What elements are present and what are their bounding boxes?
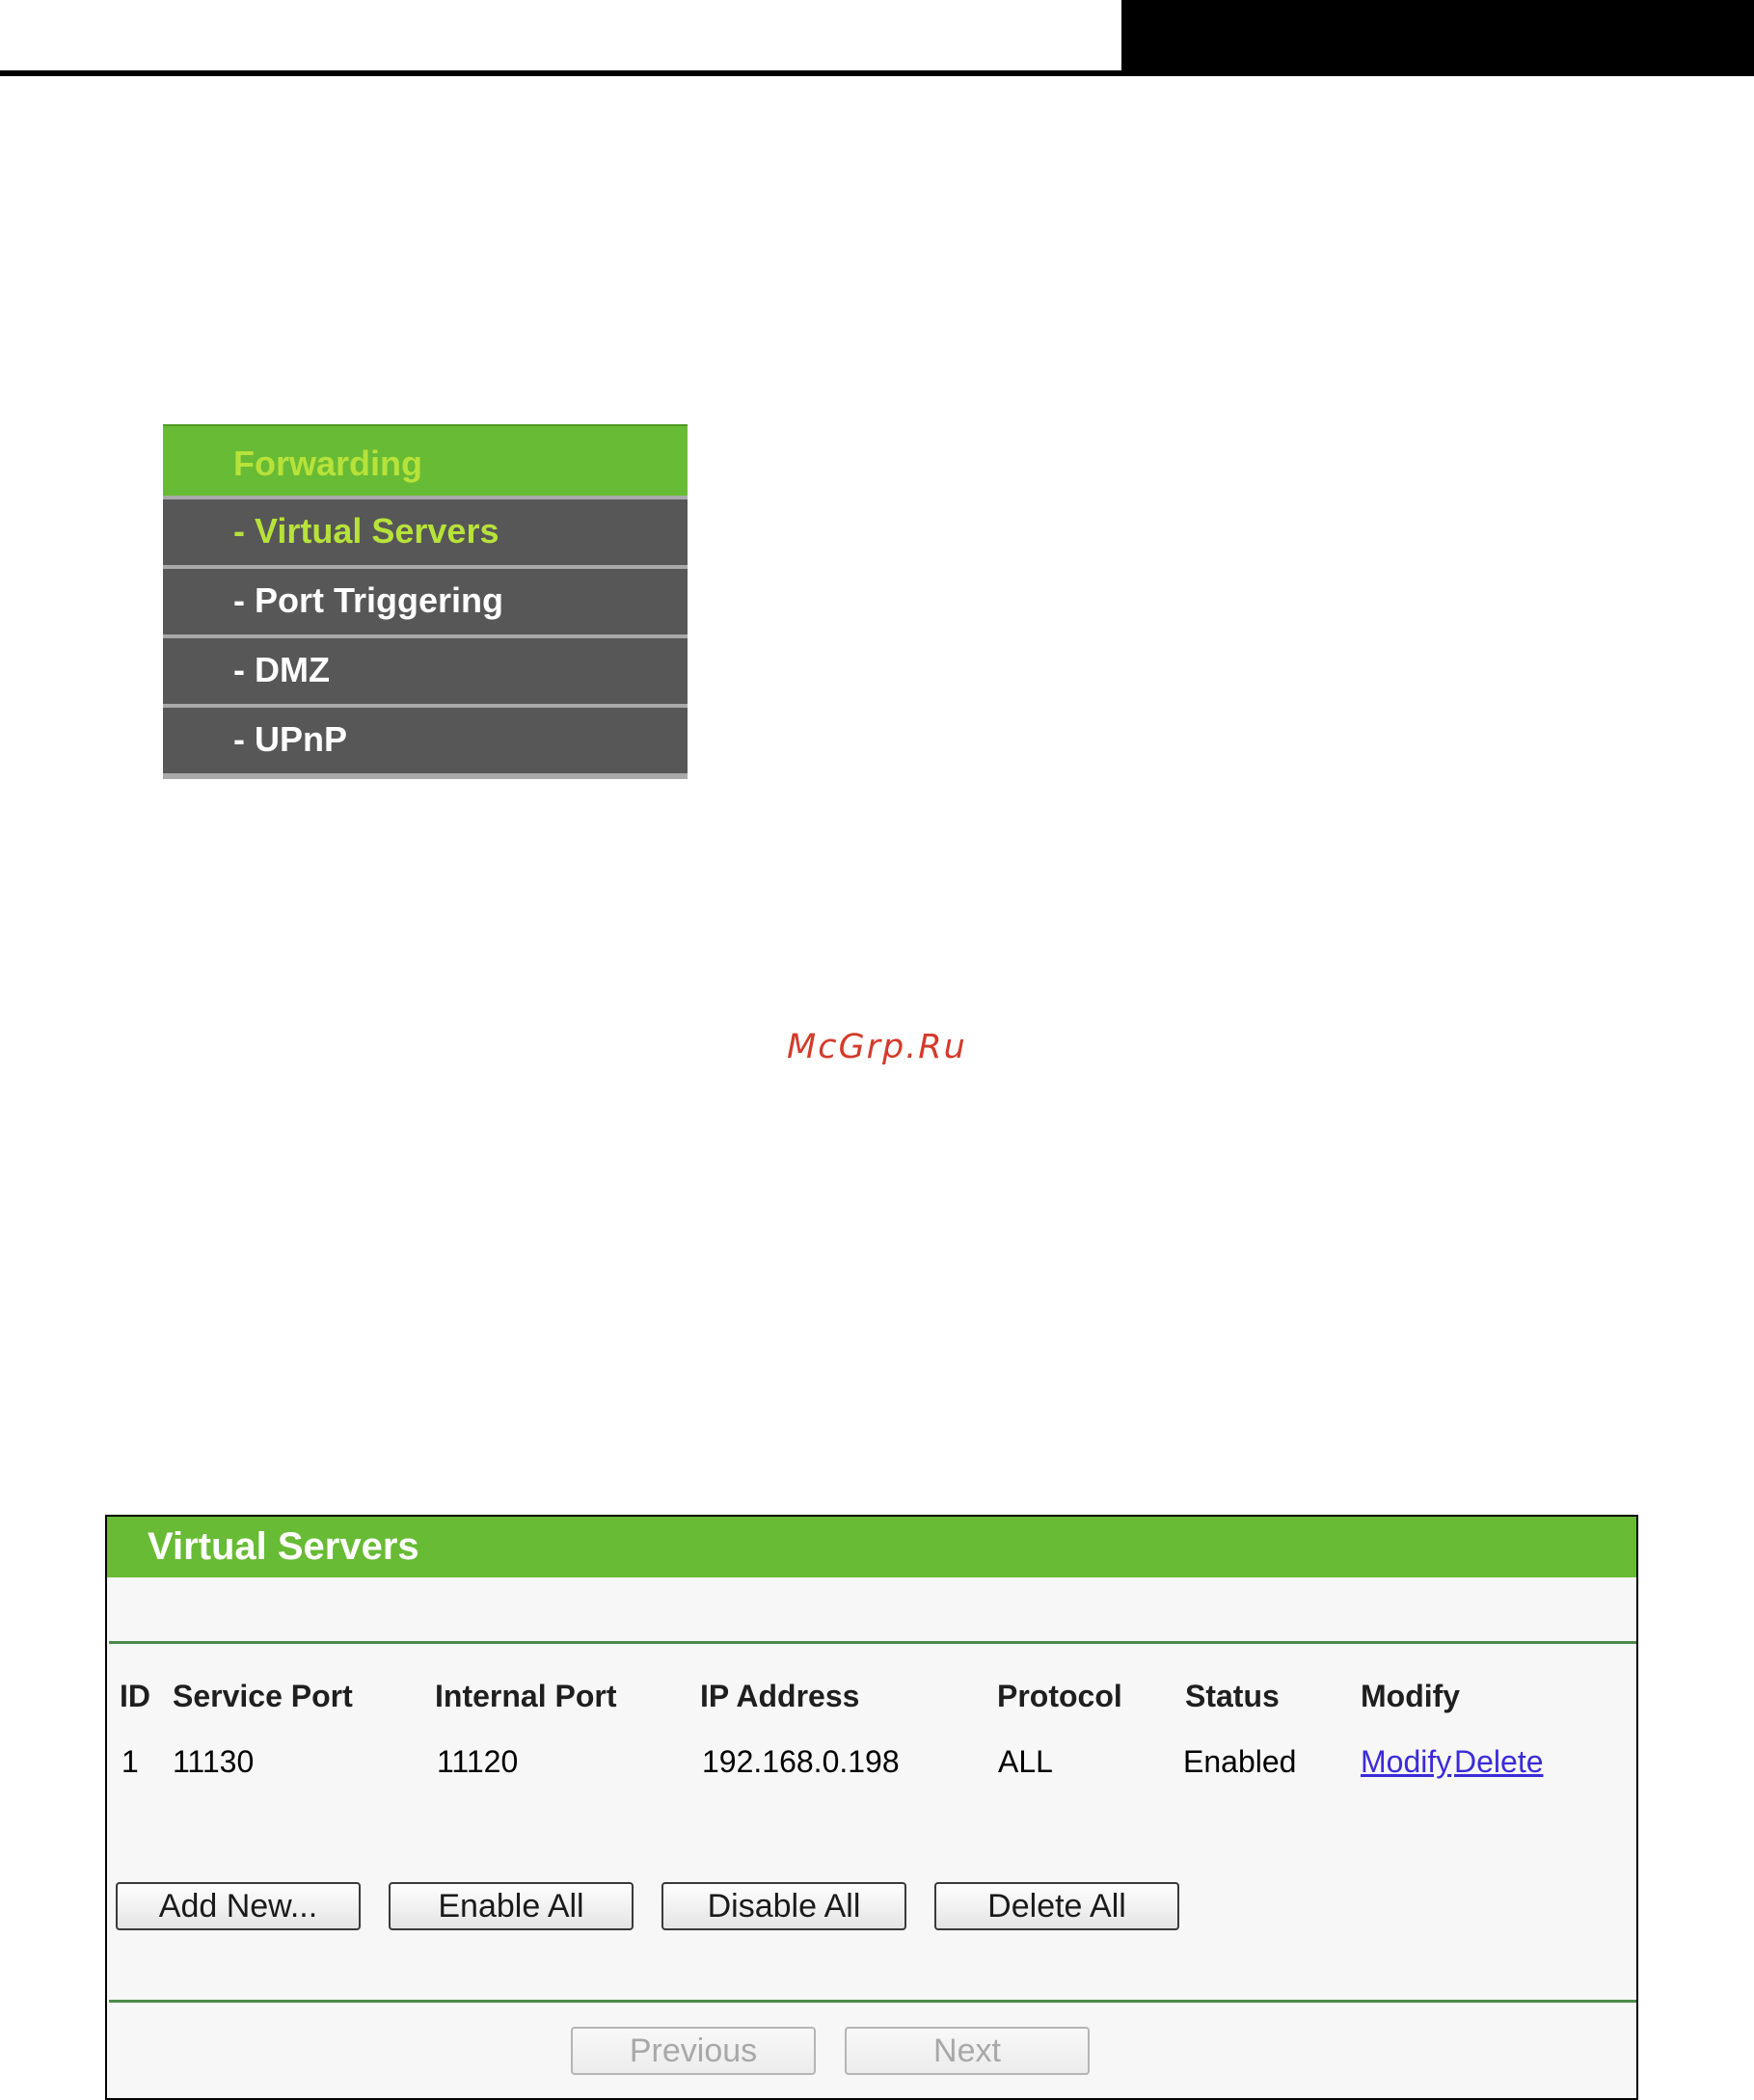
cell-ip-address: 192.168.0.198	[702, 1744, 900, 1779]
forwarding-menu: Forwarding - Virtual Servers - Port Trig…	[163, 424, 688, 779]
column-header-protocol: Protocol	[997, 1679, 1122, 1713]
divider	[109, 1641, 1636, 1644]
next-button[interactable]: Next	[845, 2027, 1090, 2075]
menu-header-label: Forwarding	[233, 444, 422, 483]
header-black-block	[1121, 0, 1754, 76]
menu-item-label: - DMZ	[233, 650, 330, 689]
menu-item-virtual-servers[interactable]: - Virtual Servers	[163, 496, 688, 561]
cell-status: Enabled	[1183, 1744, 1297, 1779]
menu-item-label: - Port Triggering	[233, 580, 504, 620]
delete-all-button[interactable]: Delete All	[934, 1882, 1179, 1930]
delete-link[interactable]: Delete	[1454, 1744, 1544, 1780]
cell-protocol: ALL	[998, 1744, 1053, 1779]
menu-bottom-border	[163, 773, 688, 779]
panel-title: Virtual Servers	[148, 1525, 419, 1568]
menu-item-dmz[interactable]: - DMZ	[163, 634, 688, 700]
add-new-button[interactable]: Add New...	[116, 1882, 361, 1930]
column-header-internal-port: Internal Port	[435, 1679, 617, 1713]
cell-service-port: 11130	[173, 1744, 255, 1779]
panel-title-bar: Virtual Servers	[107, 1517, 1636, 1577]
column-header-status: Status	[1185, 1679, 1280, 1713]
menu-item-upnp[interactable]: - UPnP	[163, 704, 688, 769]
column-header-id: ID	[120, 1679, 150, 1713]
virtual-servers-panel: Virtual Servers ID Service Port Internal…	[105, 1515, 1638, 2100]
menu-header-forwarding[interactable]: Forwarding	[163, 424, 688, 496]
enable-all-button[interactable]: Enable All	[389, 1882, 634, 1930]
menu-item-label: - Virtual Servers	[233, 511, 499, 551]
column-header-ip-address: IP Address	[700, 1679, 860, 1713]
modify-link[interactable]: Modify	[1361, 1744, 1451, 1780]
menu-item-label: - UPnP	[233, 719, 348, 759]
header-rule	[0, 70, 1754, 76]
cell-internal-port: 11120	[437, 1744, 519, 1779]
menu-item-port-triggering[interactable]: - Port Triggering	[163, 565, 688, 631]
cell-id: 1	[121, 1744, 139, 1779]
previous-button[interactable]: Previous	[571, 2027, 816, 2075]
disable-all-button[interactable]: Disable All	[661, 1882, 906, 1930]
column-header-modify: Modify	[1361, 1679, 1461, 1713]
divider	[109, 2000, 1636, 2003]
column-header-service-port: Service Port	[173, 1679, 353, 1713]
watermark: McGrp.Ru	[787, 1028, 967, 1066]
